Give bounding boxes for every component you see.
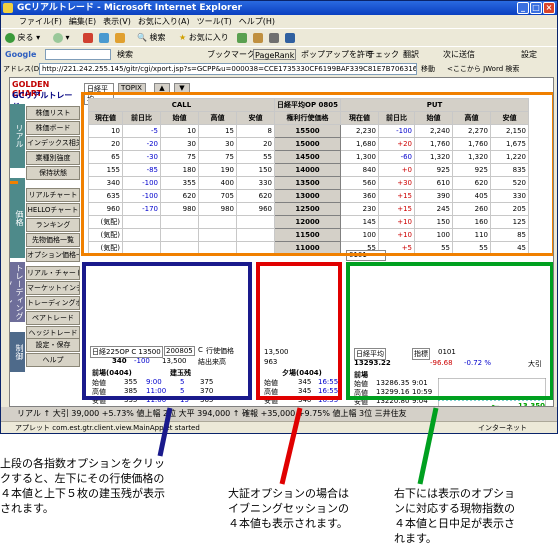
caption-line: されます。 bbox=[0, 502, 54, 515]
caption-left: 上段の各指数オプションをクリッ クすると、左下にその行使価格の ４本値と上下５枚の建… bbox=[0, 456, 250, 516]
red-pointer bbox=[279, 407, 303, 485]
caption-line: ４本値も表示されます。 bbox=[228, 517, 348, 530]
caption-line: ４本値と日中足が表示さ bbox=[394, 517, 515, 530]
caption-line: クすると、左下にその行使価格の bbox=[0, 472, 165, 485]
caption-line: 上段の各指数オプションをクリッ bbox=[0, 457, 165, 470]
caption-line: ４本値と上下５枚の建玉残が表示 bbox=[0, 487, 165, 500]
green-pointer bbox=[417, 407, 439, 485]
caption-line: イブニングセッションの bbox=[228, 502, 349, 515]
callout-pointers bbox=[157, 407, 439, 485]
caption-middle: 大証オプションの場合は イブニングセッションの ４本値も表示されます。 bbox=[228, 486, 388, 531]
caption-line: ンに対応する現物指数の bbox=[394, 502, 515, 515]
caption-right: 右下には表示のオプショ ンに対応する現物指数の ４本値と日中足が表示さ れます。 bbox=[394, 486, 558, 546]
caption-line: 右下には表示のオプショ bbox=[394, 487, 515, 500]
navy-pointer bbox=[157, 407, 173, 457]
caption-line: 大証オプションの場合は bbox=[228, 487, 349, 500]
caption-line: れます。 bbox=[394, 532, 437, 545]
